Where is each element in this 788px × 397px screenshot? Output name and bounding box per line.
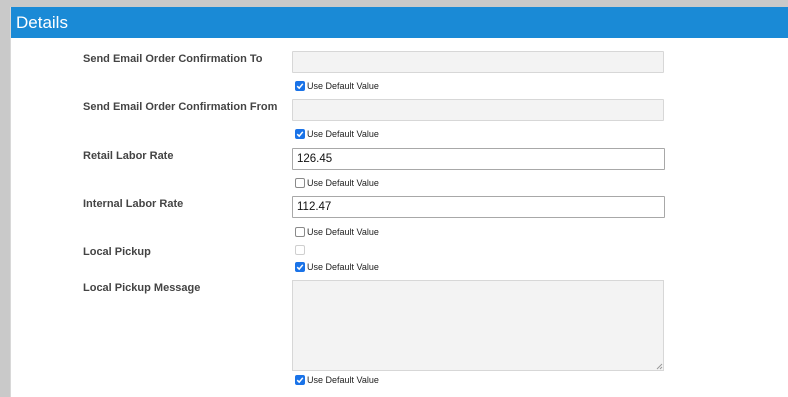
internal-labor-rate-input[interactable] (292, 196, 665, 218)
checkmark-icon (296, 131, 304, 138)
checkmark-icon (296, 264, 304, 271)
internal-labor-rate-label: Internal Labor Rate (83, 198, 184, 210)
send-email-from-default-label: Use Default Value (307, 129, 379, 139)
details-panel: Details Send Email Order Confirmation To… (10, 7, 788, 397)
send-email-to-label: Send Email Order Confirmation To (83, 53, 263, 65)
send-email-to-field[interactable] (292, 51, 664, 73)
local-pickup-label: Local Pickup (83, 246, 151, 258)
local-pickup-message-default-checkbox[interactable] (295, 375, 305, 385)
local-pickup-message-default[interactable]: Use Default Value (295, 374, 379, 386)
local-pickup-checkbox[interactable] (295, 245, 305, 255)
send-email-from-default-checkbox[interactable] (295, 129, 305, 139)
send-email-from-label: Send Email Order Confirmation From (83, 101, 278, 113)
send-email-to-default[interactable]: Use Default Value (295, 80, 379, 92)
local-pickup-message-default-label: Use Default Value (307, 375, 379, 385)
internal-labor-rate-default[interactable]: Use Default Value (295, 226, 379, 238)
local-pickup-default-checkbox[interactable] (295, 262, 305, 272)
local-pickup-message-label: Local Pickup Message (83, 282, 201, 294)
details-header: Details (11, 7, 788, 38)
internal-labor-rate-default-checkbox[interactable] (295, 227, 305, 237)
internal-labor-rate-default-label: Use Default Value (307, 227, 379, 237)
send-email-from-default[interactable]: Use Default Value (295, 128, 379, 140)
send-email-to-default-label: Use Default Value (307, 81, 379, 91)
checkmark-icon (296, 377, 304, 384)
resize-handle-icon[interactable] (655, 362, 663, 370)
retail-labor-rate-label: Retail Labor Rate (83, 150, 174, 162)
details-title: Details (16, 13, 68, 32)
local-pickup-default[interactable]: Use Default Value (295, 261, 379, 273)
local-pickup-message-textarea[interactable] (292, 280, 664, 371)
send-email-from-field[interactable] (292, 99, 664, 121)
local-pickup-default-label: Use Default Value (307, 262, 379, 272)
retail-labor-rate-default-label: Use Default Value (307, 178, 379, 188)
retail-labor-rate-default[interactable]: Use Default Value (295, 177, 379, 189)
retail-labor-rate-default-checkbox[interactable] (295, 178, 305, 188)
checkmark-icon (296, 83, 304, 90)
send-email-to-default-checkbox[interactable] (295, 81, 305, 91)
retail-labor-rate-input[interactable] (292, 148, 665, 170)
